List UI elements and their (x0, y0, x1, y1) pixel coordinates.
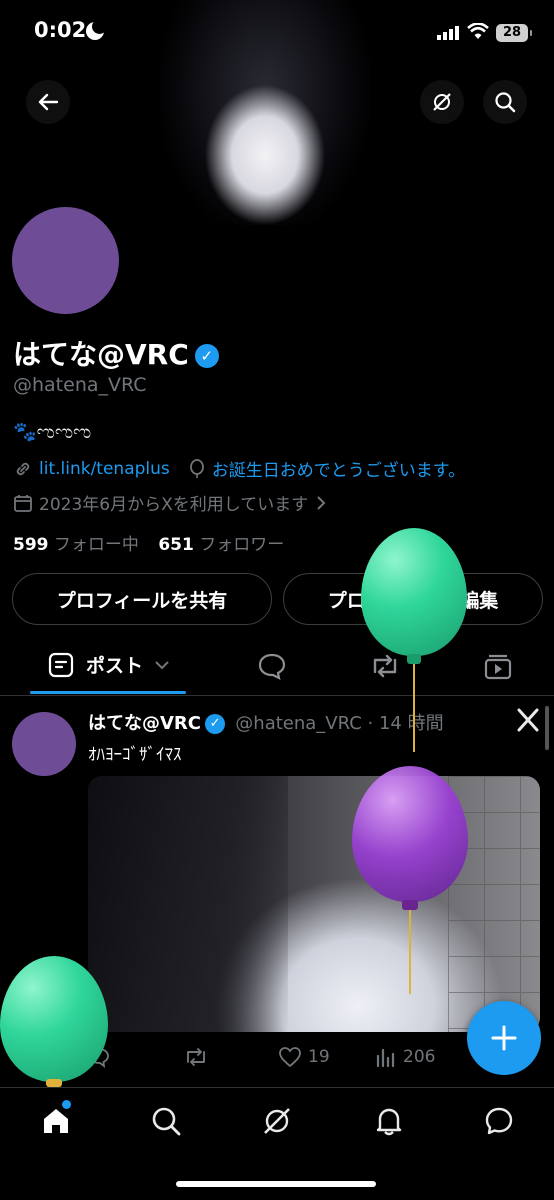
banner-image (160, 0, 370, 225)
joined-date: 2023年6月からXを利用しています (39, 495, 309, 515)
profile-avatar[interactable] (12, 207, 119, 314)
follow-stats: 599 フォロー中 651 フォロワー (13, 530, 284, 555)
plus-icon (491, 1025, 517, 1051)
following-count: 599 (13, 535, 49, 555)
verified-icon[interactable]: ✓ (194, 344, 219, 368)
balloon-green-left (0, 956, 108, 1090)
nav-notifications[interactable] (373, 1105, 405, 1137)
profile-link[interactable]: lit.link/tenaplus (39, 459, 170, 479)
profile-name: はてな@VRC (13, 338, 189, 371)
repost-button[interactable] (184, 1046, 208, 1068)
nav-home[interactable] (40, 1105, 72, 1137)
post-author-name[interactable]: はてな@VRC (88, 713, 201, 734)
tab-posts-label: ポスト (86, 655, 144, 677)
back-arrow-icon (38, 93, 59, 111)
back-button[interactable] (26, 80, 70, 124)
calendar-icon (14, 494, 32, 512)
share-profile-button[interactable]: プロフィールを共有 (12, 573, 272, 625)
status-time: 0:02 (34, 18, 87, 42)
nav-search[interactable] (150, 1105, 182, 1137)
signal-icon (437, 26, 459, 40)
video-icon (484, 654, 512, 680)
tab-replies[interactable] (257, 652, 287, 680)
grok-button[interactable] (420, 80, 464, 124)
view-count: 206 (403, 1047, 436, 1067)
verified-icon: ✓ (205, 714, 226, 734)
tab-divider (0, 695, 554, 696)
like-button[interactable]: 19 (278, 1046, 330, 1068)
balloon-purple (352, 766, 468, 994)
like-icon (279, 1047, 301, 1068)
post-text: ｵﾊﾖｰｺﾞｻﾞｲﾏｽ (88, 745, 182, 765)
followers-count: 651 (158, 535, 194, 555)
media-hair-shade (88, 776, 288, 1032)
tab-active-indicator (30, 691, 186, 694)
x-logo-icon (516, 708, 540, 732)
views-icon (376, 1048, 395, 1068)
nav-messages[interactable] (483, 1105, 515, 1137)
retweet-icon (187, 1048, 205, 1066)
post-avatar[interactable] (12, 712, 76, 776)
profile-links-row: lit.link/tenaplus お誕生日おめでとうございます。 (13, 456, 465, 481)
home-notification-dot (62, 1100, 71, 1109)
search-icon (152, 1107, 181, 1136)
grok-icon (433, 93, 451, 111)
chevron-down-icon (155, 660, 169, 669)
views-button[interactable]: 206 (375, 1046, 435, 1068)
birthday-message[interactable]: お誕生日おめでとうございます。 (212, 456, 465, 481)
grok-icon (264, 1108, 290, 1134)
posts-icon (48, 652, 74, 677)
following-label: フォロー中 (53, 535, 139, 555)
messages-icon (485, 1107, 513, 1135)
chevron-right-icon (317, 495, 326, 510)
followers-label: フォロワー (199, 535, 285, 555)
followers-link[interactable]: 651 フォロワー (158, 535, 284, 555)
home-icon (44, 1109, 68, 1133)
tab-media[interactable] (484, 654, 512, 680)
scrollbar[interactable] (545, 706, 549, 750)
search-icon (495, 92, 516, 113)
moon-icon (86, 19, 107, 40)
balloon-green-right (361, 528, 467, 753)
post-media-image[interactable] (88, 776, 540, 1032)
wifi-icon (467, 23, 489, 41)
tab-posts[interactable]: ポスト (48, 651, 169, 678)
notifications-icon (376, 1108, 402, 1136)
link-icon (16, 462, 30, 475)
joined-row[interactable]: 2023年6月からXを利用しています (13, 490, 326, 515)
profile-handle: @hatena_VRC (13, 374, 147, 396)
battery-indicator: 28 (496, 24, 532, 42)
profile-bio: 🐾ಌಌಌ (13, 421, 92, 443)
home-indicator (176, 1181, 376, 1187)
search-button[interactable] (483, 80, 527, 124)
profile-name-row: はてな@VRC ✓ (13, 333, 219, 373)
nav-grok[interactable] (261, 1105, 293, 1137)
balloon-icon (189, 458, 204, 478)
replies-icon (258, 653, 286, 680)
compose-post-button[interactable] (467, 1001, 541, 1075)
like-count: 19 (308, 1047, 330, 1067)
following-link[interactable]: 599 フォロー中 (13, 535, 139, 555)
